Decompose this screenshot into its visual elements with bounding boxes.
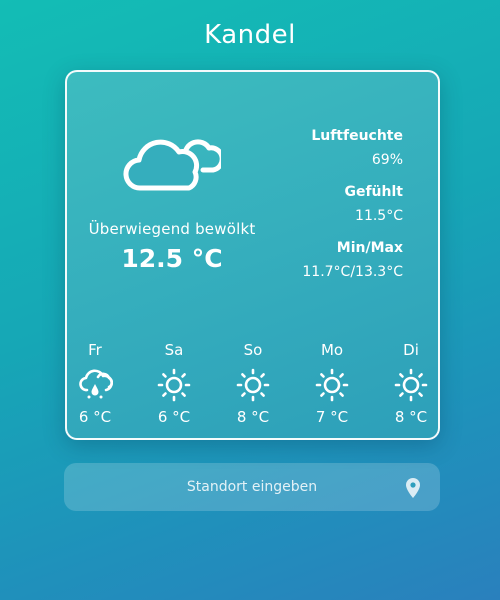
forecast-day: Fr 6 °C xyxy=(67,340,123,426)
forecast-day-temp: 7 °C xyxy=(315,408,349,426)
weather-details: Luftfeuchte 69% Gefühlt 11.5°C Min/Max 1… xyxy=(273,124,403,292)
sun-icon xyxy=(315,368,349,402)
city-title: Kandel xyxy=(204,20,296,50)
cloud-icon xyxy=(123,139,221,191)
min-max-value: 11.7°C/13.3°C xyxy=(302,264,403,280)
location-input[interactable] xyxy=(64,463,440,511)
sun-icon xyxy=(157,368,191,402)
location-search-bar xyxy=(64,463,440,511)
forecast-day-temp: 8 °C xyxy=(394,408,428,426)
current-temperature: 12.5 °C xyxy=(121,244,223,273)
weather-card: Überwiegend bewölkt 12.5 °C Luftfeuchte … xyxy=(65,70,440,440)
sun-icon xyxy=(394,368,428,402)
rain-cloud-icon xyxy=(79,369,113,399)
humidity-value: 69% xyxy=(371,152,403,168)
forecast-day-name: So xyxy=(243,341,263,359)
location-pin-icon[interactable] xyxy=(404,477,422,499)
min-max-label: Min/Max xyxy=(336,240,403,256)
forecast-day-name: Mo xyxy=(320,341,344,359)
forecast-day-name: Di xyxy=(403,341,419,359)
forecast-day: Di 8 °C xyxy=(383,340,439,426)
forecast-day-temp: 6 °C xyxy=(157,408,191,426)
weather-condition: Überwiegend bewölkt xyxy=(88,220,256,238)
forecast-row: Fr 6 °C Sa 6 °C So 8 °C Mo 7 °C Di 8 °C xyxy=(67,340,438,430)
forecast-day: So 8 °C xyxy=(225,340,281,426)
feels-like-label: Gefühlt xyxy=(344,184,403,200)
forecast-day: Mo 7 °C xyxy=(304,340,360,426)
sun-icon xyxy=(236,368,270,402)
forecast-day-name: Sa xyxy=(164,341,184,359)
forecast-day-temp: 8 °C xyxy=(236,408,270,426)
forecast-day: Sa 6 °C xyxy=(146,340,202,426)
feels-like-value: 11.5°C xyxy=(355,208,403,224)
forecast-day-name: Fr xyxy=(88,341,102,359)
forecast-day-temp: 6 °C xyxy=(78,408,112,426)
humidity-label: Luftfeuchte xyxy=(311,128,403,144)
